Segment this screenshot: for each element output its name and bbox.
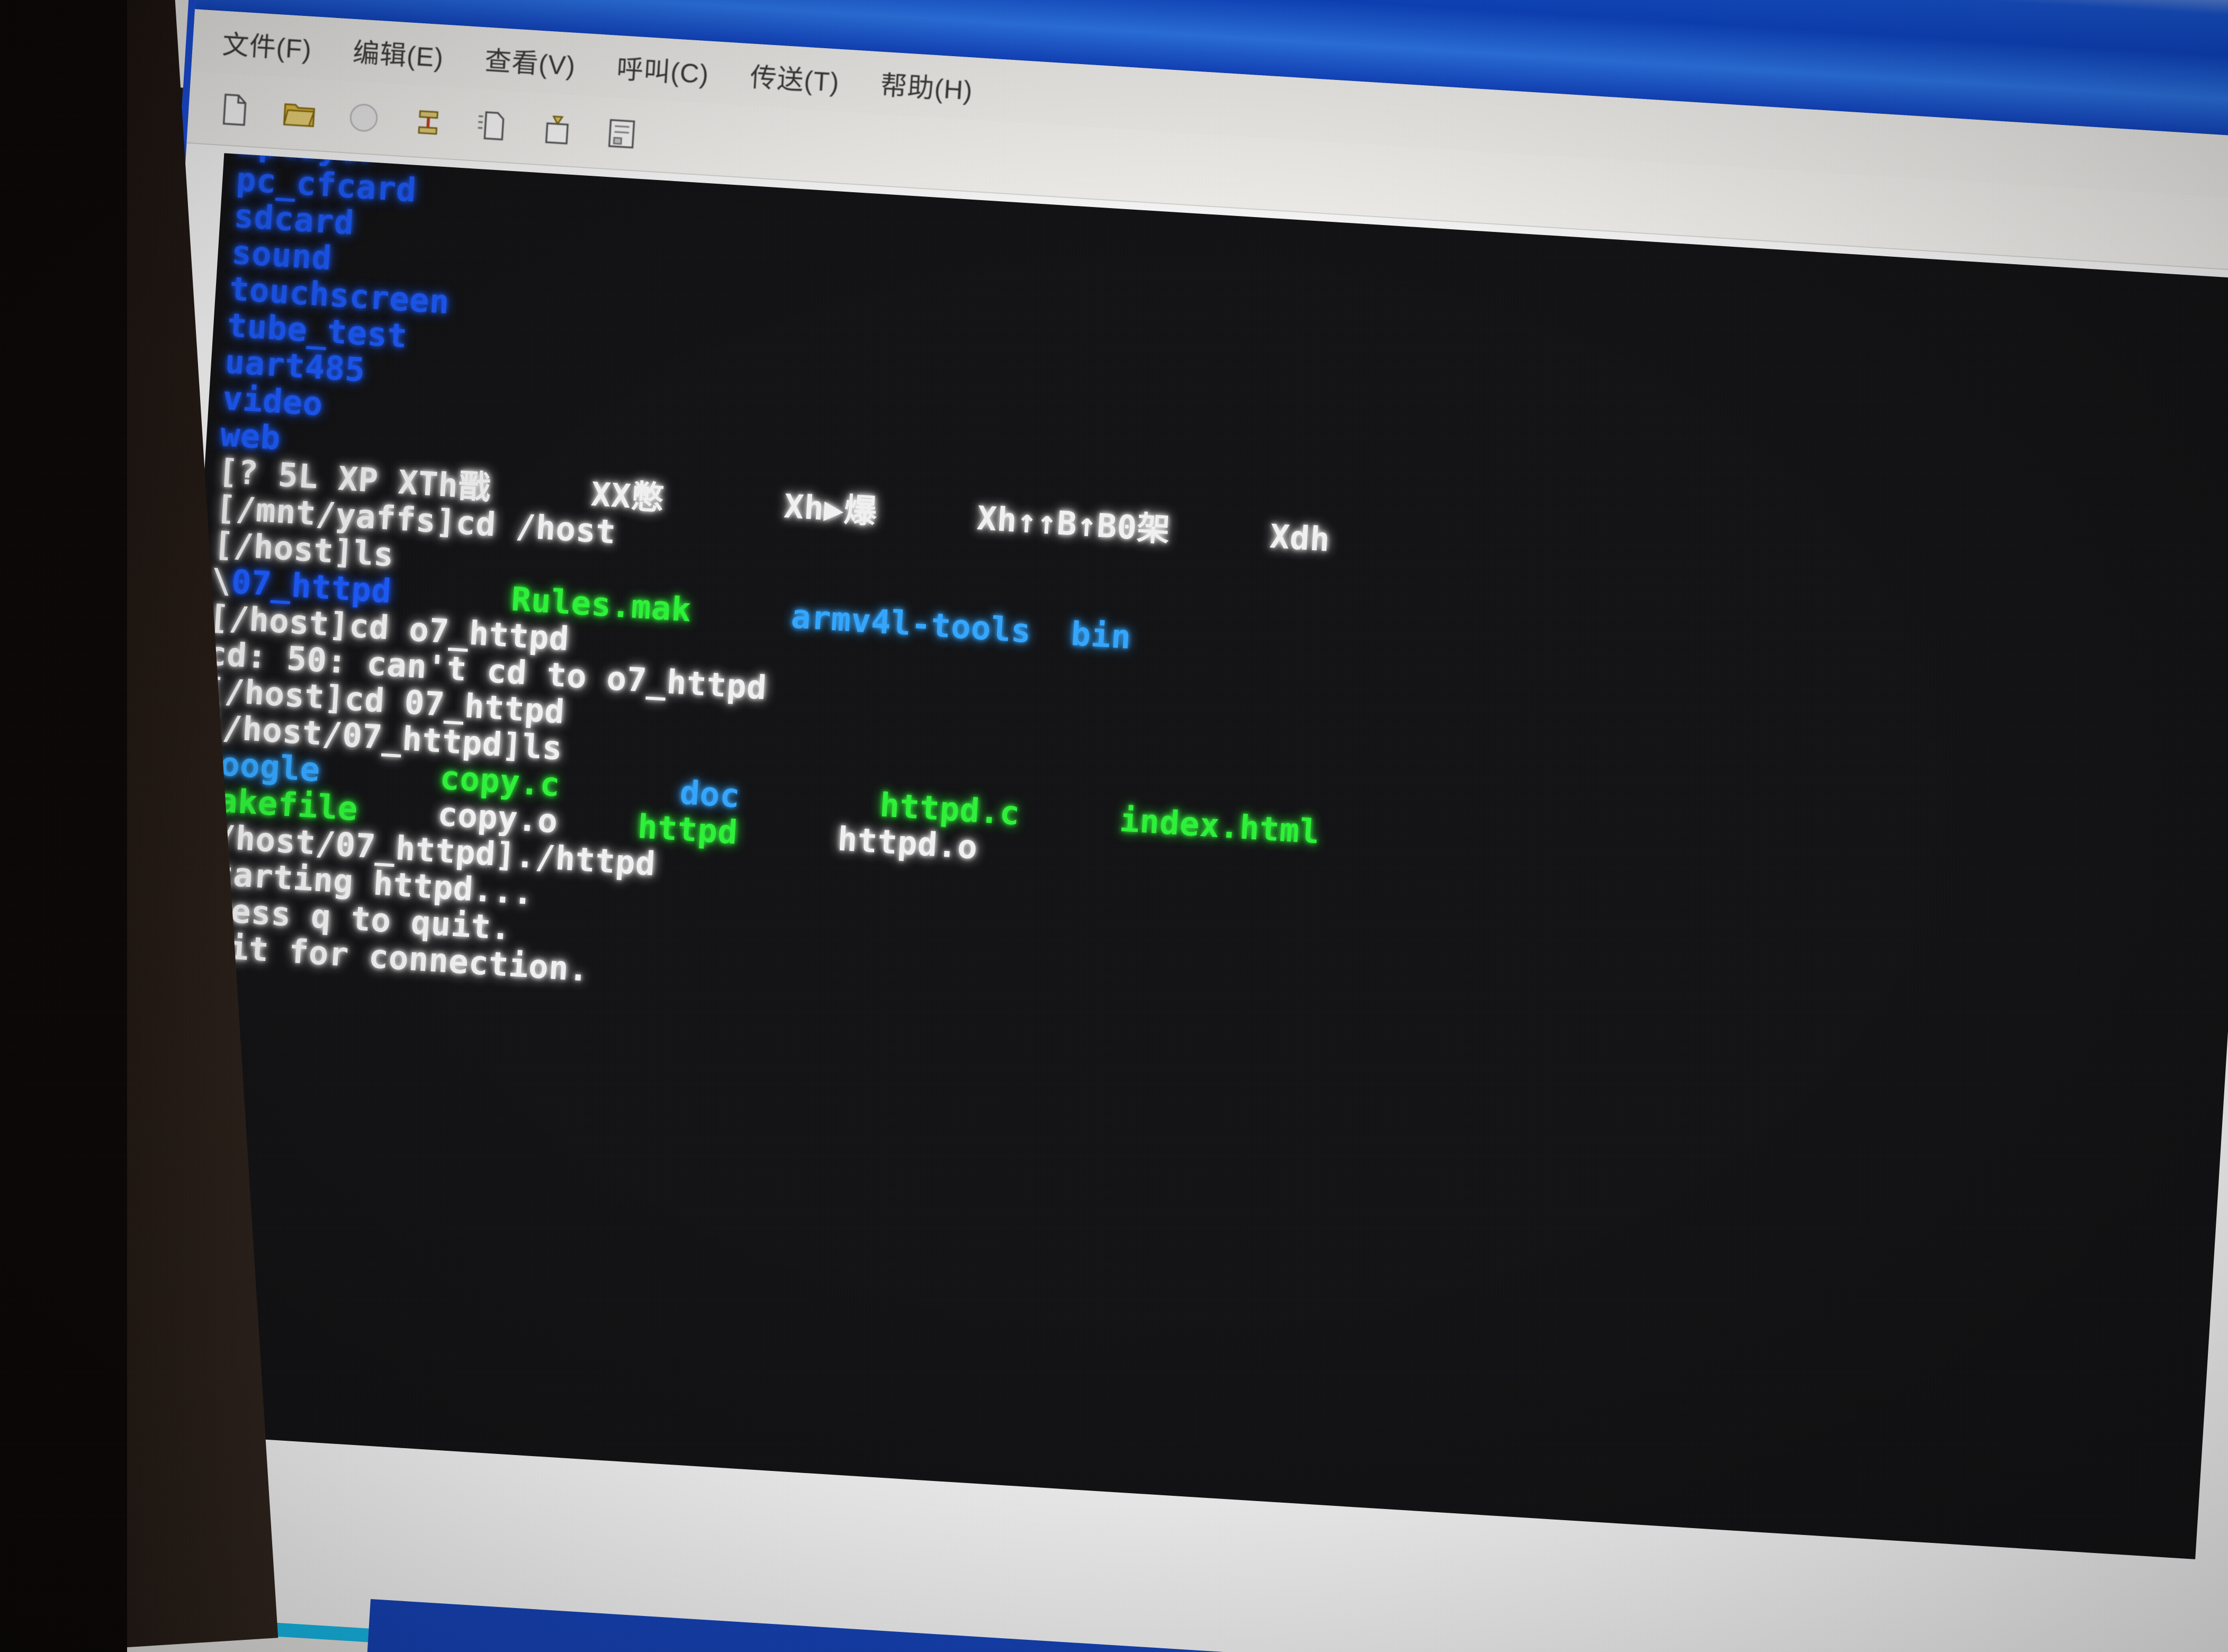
properties-button[interactable] xyxy=(600,112,644,156)
monitor-bezel-outer xyxy=(0,0,127,1652)
terminal-output-area[interactable]: mplayerpc_cfcardsdcardsoundtouchscreentu… xyxy=(145,153,2228,1559)
menu-file[interactable]: 文件(F) xyxy=(221,23,313,67)
menu-edit[interactable]: 编辑(E) xyxy=(352,31,445,75)
menu-call[interactable]: 呼叫(C) xyxy=(616,48,711,92)
receive-button[interactable] xyxy=(535,108,579,152)
menu-view[interactable]: 查看(V) xyxy=(484,39,577,83)
terminal-lines: mplayerpc_cfcardsdcardsoundtouchscreentu… xyxy=(172,153,2228,1126)
hyperterminal-window: 文件(F) 编辑(E) 查看(V) 呼叫(C) 传送(T) 帮助(H) pc_c… xyxy=(87,0,2228,1652)
menu-transfer[interactable]: 传送(T) xyxy=(749,56,841,100)
terminal-text: doc xyxy=(678,773,741,815)
disconnect-button[interactable] xyxy=(406,100,450,144)
call-button[interactable] xyxy=(342,96,386,140)
open-button[interactable] xyxy=(277,92,321,136)
menu-help[interactable]: 帮助(H) xyxy=(879,64,974,108)
terminal-text: \ xyxy=(210,561,233,601)
new-connection-button[interactable] xyxy=(213,88,257,132)
photographed-monitor-scene: 文件(F) 编辑(E) 查看(V) 呼叫(C) 传送(T) 帮助(H) pc_c… xyxy=(0,0,2228,1652)
terminal-text: web xyxy=(219,415,282,457)
send-button[interactable] xyxy=(471,104,515,148)
titlebar-gloss xyxy=(202,0,2228,22)
